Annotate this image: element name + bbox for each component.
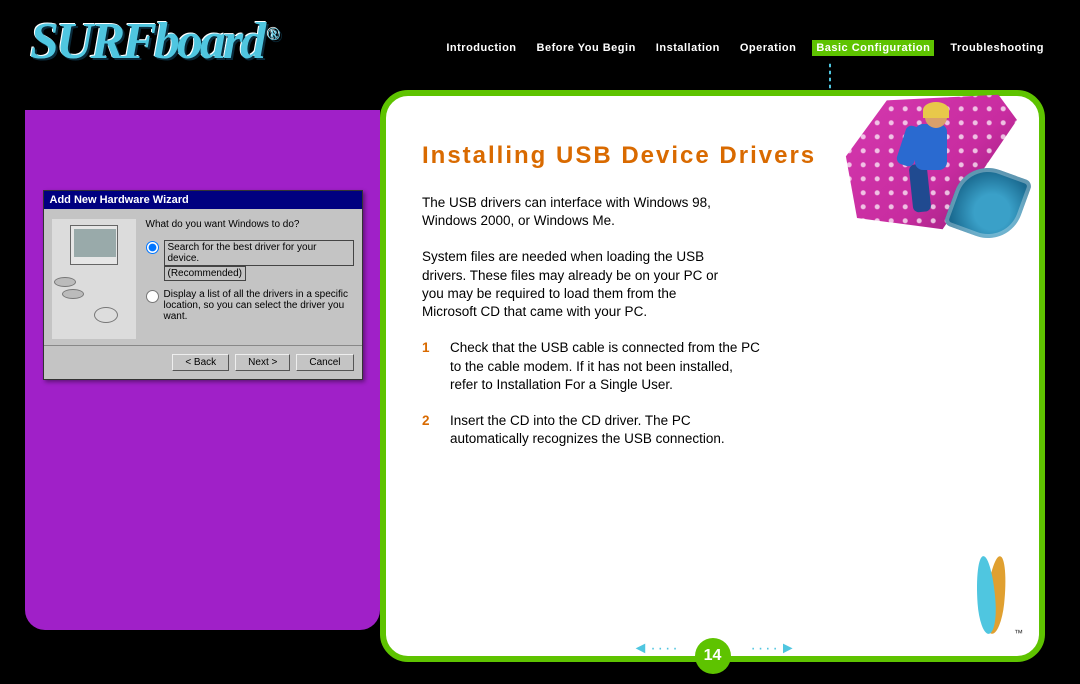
- step-item: 1 Check that the USB cable is connected …: [422, 339, 762, 394]
- step-number: 2: [422, 412, 436, 448]
- nav-operation[interactable]: Operation: [736, 40, 800, 56]
- logo-text: SURFboard: [30, 13, 263, 70]
- step-text: Insert the CD into the CD driver. The PC…: [450, 412, 762, 448]
- registered-mark: ®: [267, 24, 277, 44]
- wizard-back-button[interactable]: < Back: [172, 354, 229, 371]
- wizard-question: What do you want Windows to do?: [146, 219, 354, 230]
- intro-paragraph-1: The USB drivers can interface with Windo…: [422, 194, 722, 230]
- sidebar-panel: Add New Hardware Wizard What do you want…: [25, 110, 380, 630]
- nav-introduction[interactable]: Introduction: [442, 40, 520, 56]
- step-number: 1: [422, 339, 436, 394]
- top-nav: Introduction Before You Begin Installati…: [442, 40, 1048, 56]
- page-number-badge: 14: [695, 638, 731, 674]
- trademark-symbol: ™: [1014, 628, 1023, 638]
- steps-list: 1 Check that the USB cable is connected …: [422, 339, 762, 448]
- wizard-titlebar: Add New Hardware Wizard: [44, 191, 362, 209]
- content-panel: Installing USB Device Drivers The USB dr…: [380, 90, 1045, 662]
- nav-basic-configuration[interactable]: Basic Configuration: [812, 40, 934, 56]
- wizard-next-button[interactable]: Next >: [235, 354, 290, 371]
- nav-before-you-begin[interactable]: Before You Begin: [533, 40, 640, 56]
- nav-troubleshooting[interactable]: Troubleshooting: [946, 40, 1048, 56]
- hardware-wizard-dialog: Add New Hardware Wizard What do you want…: [43, 190, 363, 380]
- nav-installation[interactable]: Installation: [652, 40, 724, 56]
- product-logo: SURFboard®: [30, 16, 278, 68]
- step-text: Check that the USB cable is connected fr…: [450, 339, 762, 394]
- wizard-option-recommended[interactable]: Search for the best driver for your devi…: [146, 240, 354, 281]
- step-item: 2 Insert the CD into the CD driver. The …: [422, 412, 762, 448]
- wizard-illustration: [52, 219, 136, 339]
- intro-paragraph-2: System files are needed when loading the…: [422, 248, 722, 321]
- wizard-option-list[interactable]: Display a list of all the drivers in a s…: [146, 289, 354, 322]
- mini-surfboard-logo: ™: [975, 556, 1009, 634]
- prev-page-arrow[interactable]: ◄····: [633, 640, 680, 658]
- next-page-arrow[interactable]: ····►: [751, 640, 798, 658]
- wizard-radio-recommended[interactable]: [146, 241, 159, 254]
- wizard-cancel-button[interactable]: Cancel: [296, 354, 353, 371]
- surfer-illustration: [831, 92, 1017, 232]
- wizard-radio-list[interactable]: [146, 290, 159, 303]
